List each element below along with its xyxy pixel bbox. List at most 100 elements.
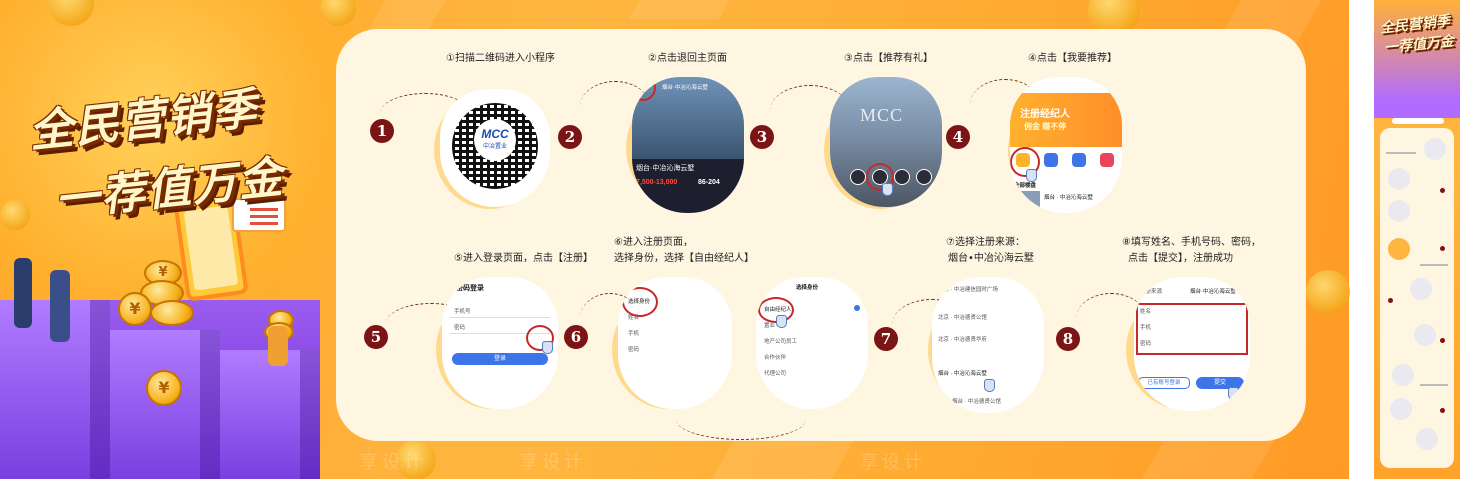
source-item[interactable]: 北京 · 中冶德贤华府 xyxy=(938,335,987,343)
menu-icon[interactable] xyxy=(1100,153,1114,167)
step-number-badge: 1 xyxy=(370,119,394,143)
coin-stack-icon xyxy=(150,300,194,326)
mini-step-number xyxy=(1440,408,1445,413)
menu-icon[interactable] xyxy=(916,169,932,185)
highlight-choose-identity xyxy=(622,287,658,317)
step-number-badge: 2 xyxy=(558,125,582,149)
menu-icon[interactable] xyxy=(1072,153,1086,167)
menu-icon[interactable] xyxy=(894,169,910,185)
register-screen: 选择身份 姓名 手机 密码 xyxy=(618,277,732,409)
highlight-form-fields xyxy=(1136,303,1248,355)
strip-steps-panel xyxy=(1380,128,1454,468)
step-3-title: ③点击【推荐有礼】 xyxy=(844,53,933,64)
brand-text: 中冶置业 xyxy=(482,144,507,150)
phone-label: 手机号 xyxy=(454,309,471,315)
source-item[interactable]: 北京 · 中冶建信园时广场 xyxy=(938,285,998,293)
project-info-panel: 烟台·中冶沁海云墅 7,500-13,000 86-204 xyxy=(632,159,744,213)
step-number-badge: 5 xyxy=(364,325,388,349)
mini-step-thumb xyxy=(1388,238,1410,260)
dialog-title: 选择身份 xyxy=(796,285,819,291)
decor-stripe xyxy=(1135,440,1275,479)
mobile-preview-strip: 全民营销季 一荐值万金 xyxy=(1374,0,1460,479)
logo-text: MCC xyxy=(481,127,509,141)
have-account-button[interactable]: 已有账号登录 xyxy=(1138,377,1190,389)
login-header: 密码登录 xyxy=(456,285,484,292)
yen-coin-icon: ¥ xyxy=(118,292,152,326)
recommend-screen: MCC xyxy=(830,77,942,207)
step-number-badge: 6 xyxy=(564,325,588,349)
promo-subtitle: 佣金 赚不停 xyxy=(1024,122,1067,131)
mini-step-thumb xyxy=(1388,200,1410,222)
divider xyxy=(450,317,550,318)
source-value: 烟台·中冶沁海云墅 xyxy=(1190,289,1236,295)
person-illustration xyxy=(268,326,288,366)
yen-coin-icon: ¥ xyxy=(146,370,182,406)
poster-title: 全民营销季 一荐值万金 xyxy=(27,82,298,226)
phone-label: 手机 xyxy=(628,331,640,337)
person-illustration xyxy=(50,270,70,342)
pointer-hand-icon xyxy=(776,315,787,328)
menu-icon[interactable] xyxy=(1044,153,1058,167)
step-8-title-line-2: 点击【提交】，注册成功 xyxy=(1128,253,1233,264)
identity-dialog: 选择身份 自由经纪人 置业 地产公司员工 合作伙伴 代理公司 xyxy=(756,277,868,409)
step-number-badge: 3 xyxy=(750,125,774,149)
mcc-watermark: MCC xyxy=(860,105,904,125)
watermark: 享设计 xyxy=(360,452,426,473)
project-list-item: 烟台 · 中冶沁海云墅 xyxy=(1044,195,1093,201)
mini-caption xyxy=(1420,264,1448,266)
source-item-selected[interactable]: 烟台 · 中冶沁海云墅 xyxy=(938,369,987,377)
password-label: 密码 xyxy=(454,325,466,331)
step-number-badge: 8 xyxy=(1056,327,1080,351)
mini-step-thumb xyxy=(1414,324,1436,346)
login-screen: 密码登录 手机号 密码 登录 xyxy=(442,277,558,409)
login-button[interactable]: 登录 xyxy=(452,353,548,365)
step-number-badge: 7 xyxy=(874,327,898,351)
source-label: 注册来源 xyxy=(1140,289,1163,295)
project-name: 烟台·中冶沁海云墅 xyxy=(636,165,695,172)
option-staff[interactable]: 地产公司员工 xyxy=(764,337,797,345)
option-agency[interactable]: 代理公司 xyxy=(764,369,786,377)
mini-step-number xyxy=(1440,188,1445,193)
step-6-title-line-1: ⑥进入注册页面， xyxy=(614,237,693,248)
screen-header: 烟台·中冶沁海云墅 xyxy=(662,85,708,91)
mini-step-number xyxy=(1440,246,1445,251)
mini-caption xyxy=(1386,152,1416,154)
password-label: 密码 xyxy=(1140,341,1152,347)
step-2-title: ②点击退回主页面 xyxy=(648,53,727,64)
price-range: 7,500-13,000 xyxy=(636,179,678,186)
menu-icon[interactable] xyxy=(850,169,866,185)
mini-step-thumb xyxy=(1388,168,1410,190)
person-illustration xyxy=(14,258,32,328)
source-item[interactable]: 北京 · 中冶德贤公馆 xyxy=(938,313,987,321)
section-title: 全部楼盘 xyxy=(1014,183,1037,189)
mini-step-thumb xyxy=(1390,398,1412,420)
step-1-title: ①扫描二维码进入小程序 xyxy=(446,53,555,64)
strip-search-bar xyxy=(1392,118,1444,124)
project-home-screen: 烟台·中冶沁海云墅 烟台·中冶沁海云墅 7,500-13,000 86-204 xyxy=(632,77,744,213)
phone-label: 手机 xyxy=(1140,325,1152,331)
mini-step-thumb xyxy=(1392,364,1414,386)
steps-panel: ①扫描二维码进入小程序 ②点击退回主页面 ③点击【推荐有礼】 ④点击【我要推荐】… xyxy=(336,29,1306,441)
promo-title: 注册经纪人 xyxy=(1020,109,1070,120)
source-item[interactable]: 烟台 · 中冶德贤公馆 xyxy=(952,397,1001,405)
search-bar xyxy=(1010,77,1122,94)
mini-step-thumb xyxy=(1410,278,1432,300)
poster: 享设计 享设计 享设计 享设计 享设计 ¥ ¥ ¥ 全民营销季 一荐值万金 ①扫… xyxy=(0,0,1460,479)
step-8-title-line-1: ⑧填写姓名、手机号码、密码， xyxy=(1122,237,1261,248)
mini-caption xyxy=(1420,384,1448,386)
coin-decor xyxy=(48,0,94,26)
mini-step-number xyxy=(1440,338,1445,343)
area-range: 86-204 xyxy=(698,179,720,186)
mini-step-thumb xyxy=(1416,428,1438,450)
option-partner[interactable]: 合作伙伴 xyxy=(764,353,786,361)
pointer-hand-icon xyxy=(882,183,893,196)
company-logo: MCC 中冶置业 xyxy=(474,119,516,161)
promo-banner: 注册经纪人 佣金 赚不停 xyxy=(1010,93,1122,147)
platform-block xyxy=(220,350,320,479)
agent-home-screen: 注册经纪人 佣金 赚不停 全部楼盘 烟台 · 中冶沁海云墅 xyxy=(1010,77,1122,213)
step-7-title-line-2: 烟台•中冶沁海云墅 xyxy=(948,253,1034,264)
step-6-title-line-2: 选择身份，选择【自由经纪人】 xyxy=(614,253,754,264)
step-5-title: ⑤进入登录页面，点击【注册】 xyxy=(454,253,593,264)
pointer-hand-icon xyxy=(984,379,995,392)
radio-selected-icon[interactable] xyxy=(854,305,860,311)
